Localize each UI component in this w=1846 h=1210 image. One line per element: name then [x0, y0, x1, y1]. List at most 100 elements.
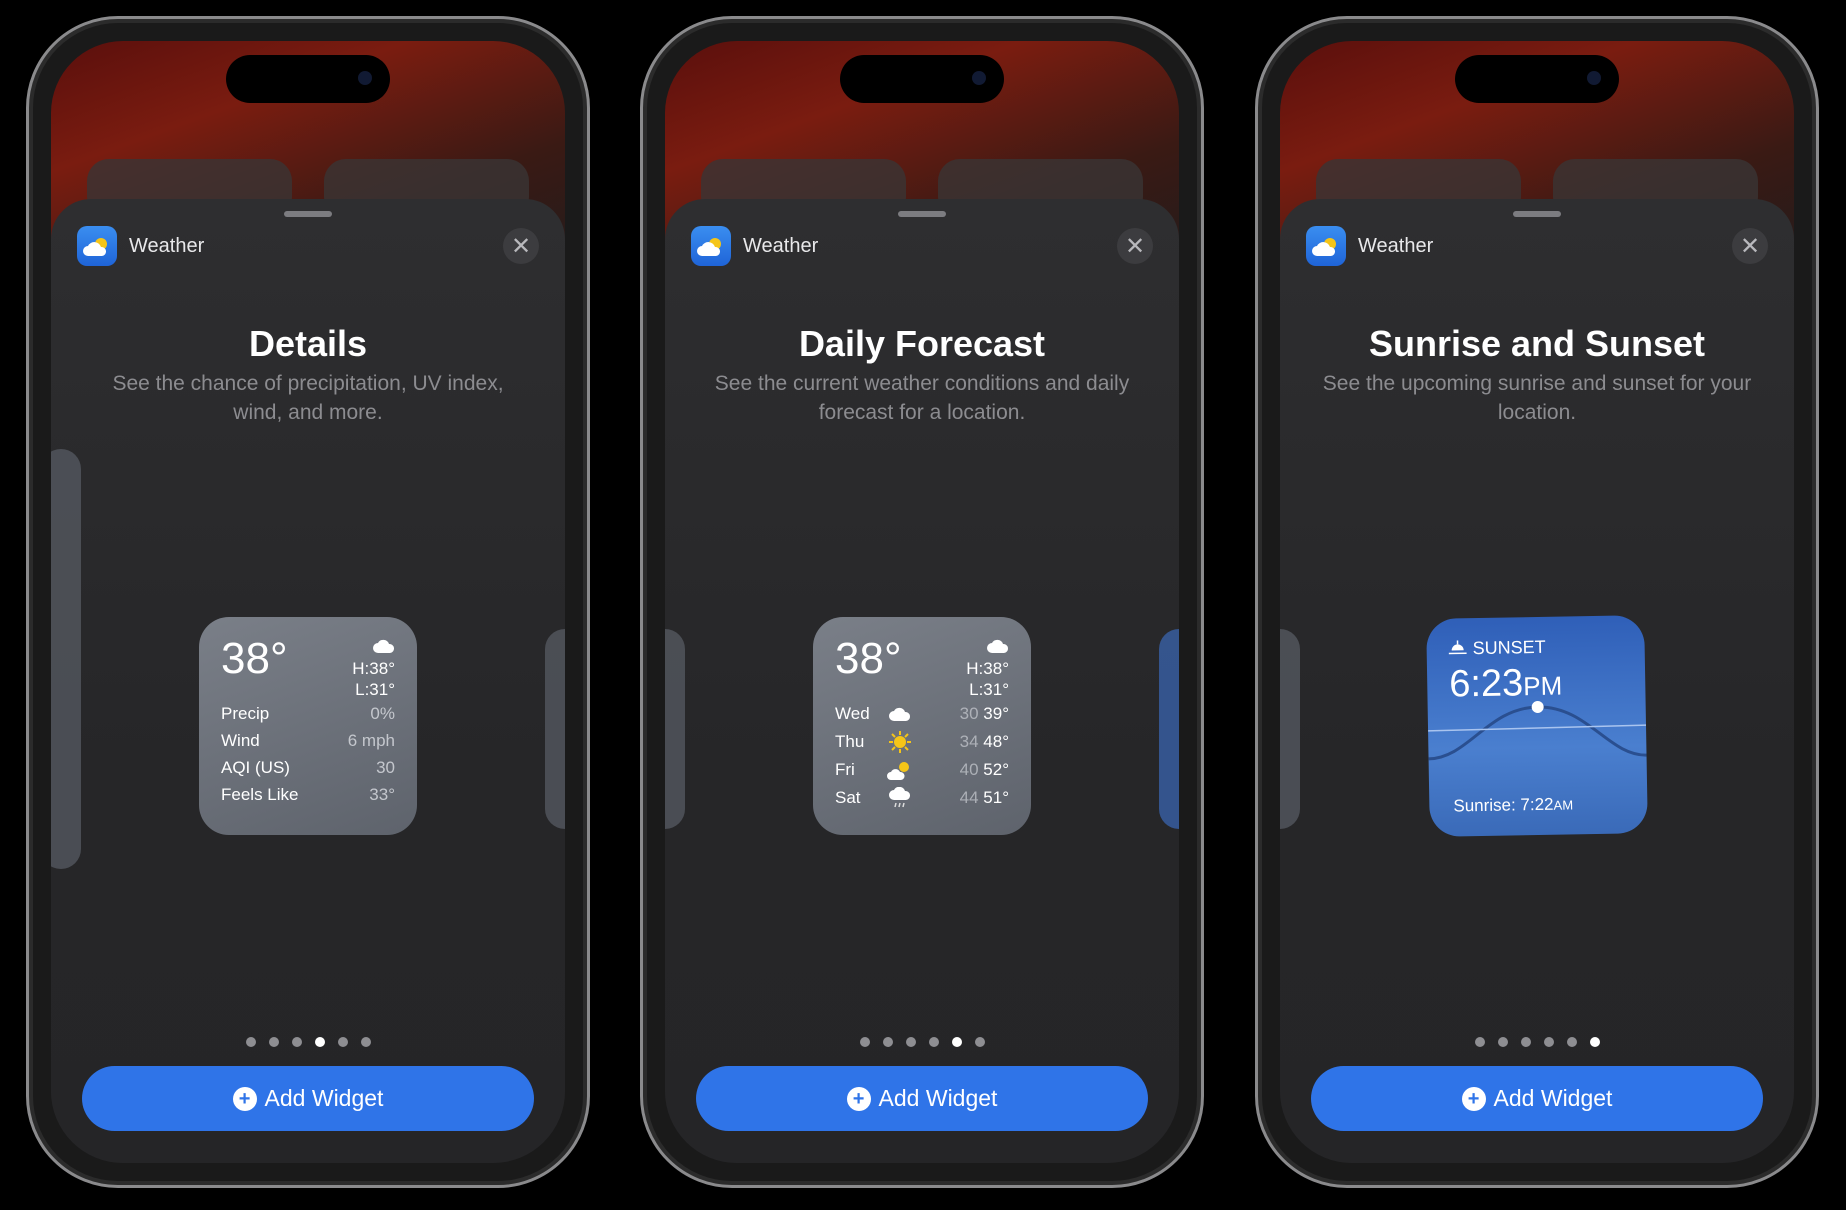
partly-cloudy-icon [883, 759, 917, 781]
app-name: Weather [743, 235, 819, 257]
previous-widget-peek[interactable] [665, 629, 685, 829]
add-widget-button[interactable]: + Add Widget [696, 1066, 1148, 1131]
forecast-low: 34 [959, 732, 979, 751]
close-button[interactable]: ✕ [1117, 228, 1153, 264]
detail-row: Feels Like 33° [221, 781, 395, 808]
sunset-icon [1448, 638, 1467, 659]
next-widget-peek[interactable] [545, 629, 565, 829]
page-dot[interactable] [859, 1037, 870, 1047]
add-widget-button[interactable]: + Add Widget [1311, 1066, 1763, 1131]
widget-title: Sunrise and Sunset [1368, 323, 1706, 364]
page-dot[interactable] [1589, 1037, 1600, 1047]
page-dot[interactable] [905, 1037, 916, 1047]
sunrise-time: Sunrise: 7:22 [1453, 794, 1554, 816]
widget-gallery-sheet: Weather ✕ Sunrise and Sunset See the upc… [1280, 199, 1794, 1163]
widget-title: Daily Forecast [798, 323, 1046, 364]
weather-app-icon [77, 226, 117, 266]
widget-description: See the chance of precipitation, UV inde… [112, 372, 504, 424]
detail-value: 30 [376, 758, 395, 777]
next-widget-peek[interactable] [1159, 629, 1179, 829]
add-widget-label: Add Widget [1493, 1085, 1613, 1111]
page-indicator[interactable] [665, 1037, 1179, 1047]
weather-app-icon [1306, 226, 1346, 266]
detail-row: AQI (US) 30 [221, 754, 395, 781]
detail-label: Precip [221, 704, 270, 723]
detail-value: 33° [369, 785, 395, 804]
page-dot[interactable] [974, 1037, 985, 1047]
widget-title: Details [248, 323, 368, 364]
current-temp: 38° [835, 634, 902, 683]
current-temp: 38° [221, 634, 288, 683]
rain-icon [883, 787, 917, 809]
phone-screen: Weather ✕ Daily Forecast See the current… [665, 41, 1179, 1163]
dynamic-island [226, 55, 390, 103]
forecast-day: Sat [835, 788, 861, 807]
high-temp: H:38° [352, 659, 395, 678]
page-dot[interactable] [360, 1037, 371, 1047]
page-dot[interactable] [1543, 1037, 1554, 1047]
detail-label: Feels Like [221, 785, 299, 804]
page-dot[interactable] [1520, 1037, 1531, 1047]
previous-widget-peek[interactable] [1280, 629, 1300, 829]
cloud-icon [987, 638, 1009, 657]
low-temp: L:31° [355, 680, 395, 699]
sun-icon [883, 730, 917, 754]
page-dot[interactable] [245, 1037, 256, 1047]
close-button[interactable]: ✕ [503, 228, 539, 264]
sunset-label: SUNSET [1472, 636, 1546, 659]
widget-description: See the upcoming sunrise and sunset for … [1322, 372, 1752, 424]
page-dot[interactable] [882, 1037, 893, 1047]
plus-circle-icon: + [846, 1086, 871, 1111]
forecast-day: Fri [835, 760, 855, 779]
previous-widget-peek[interactable] [51, 449, 81, 869]
daily-forecast-widget-preview: 38° H:38° L:31° Wed 30 39° Thu 34 48° Fri 40 5… [813, 617, 1031, 835]
add-widget-button[interactable]: + Add Widget [82, 1066, 534, 1131]
page-dot[interactable] [928, 1037, 939, 1047]
widget-description: See the current weather conditions and d… [714, 372, 1130, 424]
detail-label: AQI (US) [221, 758, 290, 777]
phone-screen: Weather ✕ Details See the chance of prec… [51, 41, 565, 1163]
page-dot[interactable] [951, 1037, 962, 1047]
sunset-widget-preview: SUNSET 6:23PM Sunrise: 7:22AM [1426, 615, 1648, 837]
phone-screen: Weather ✕ Sunrise and Sunset See the upc… [1280, 41, 1794, 1163]
detail-value: 0% [370, 704, 395, 723]
page-dot[interactable] [268, 1037, 279, 1047]
phone: Weather ✕ Details See the chance of prec… [26, 16, 590, 1188]
forecast-row: Thu 34 48° [835, 728, 1009, 756]
page-dot[interactable] [1566, 1037, 1577, 1047]
plus-circle-icon: + [1461, 1086, 1486, 1111]
forecast-row: Fri 40 52° [835, 756, 1009, 784]
page-dot[interactable] [1497, 1037, 1508, 1047]
forecast-high: 51° [983, 788, 1009, 807]
close-icon: ✕ [1124, 232, 1146, 260]
page-indicator[interactable] [1280, 1037, 1794, 1047]
sunrise-ampm: AM [1553, 797, 1574, 813]
page-dot[interactable] [1474, 1037, 1485, 1047]
sheet-grabber[interactable] [898, 211, 946, 217]
forecast-high: 39° [983, 704, 1009, 723]
page-dot[interactable] [291, 1037, 302, 1047]
sun-path-curve [1428, 700, 1647, 761]
detail-row: Precip 0% [221, 700, 395, 727]
phone: Weather ✕ Sunrise and Sunset See the upc… [1255, 16, 1819, 1188]
forecast-day: Wed [835, 704, 870, 723]
details-widget-preview: 38° H:38° L:31° Precip 0% Wind 6 mph AQI (US)… [199, 617, 417, 835]
dynamic-island [840, 55, 1004, 103]
cloud-icon [373, 638, 395, 657]
phone: Weather ✕ Daily Forecast See the current… [640, 16, 1204, 1188]
detail-label: Wind [221, 731, 260, 750]
close-icon: ✕ [510, 232, 532, 260]
page-indicator[interactable] [51, 1037, 565, 1047]
widget-gallery-sheet: Weather ✕ Details See the chance of prec… [51, 199, 565, 1163]
add-widget-label: Add Widget [264, 1085, 384, 1111]
sheet-grabber[interactable] [1513, 211, 1561, 217]
page-dot[interactable] [314, 1037, 325, 1047]
forecast-low: 44 [959, 788, 979, 807]
page-dot[interactable] [337, 1037, 348, 1047]
forecast-high: 52° [983, 760, 1009, 779]
detail-value: 6 mph [347, 731, 395, 750]
sheet-grabber[interactable] [284, 211, 332, 217]
close-button[interactable]: ✕ [1732, 228, 1768, 264]
dynamic-island [1455, 55, 1619, 103]
forecast-high: 48° [983, 732, 1009, 751]
